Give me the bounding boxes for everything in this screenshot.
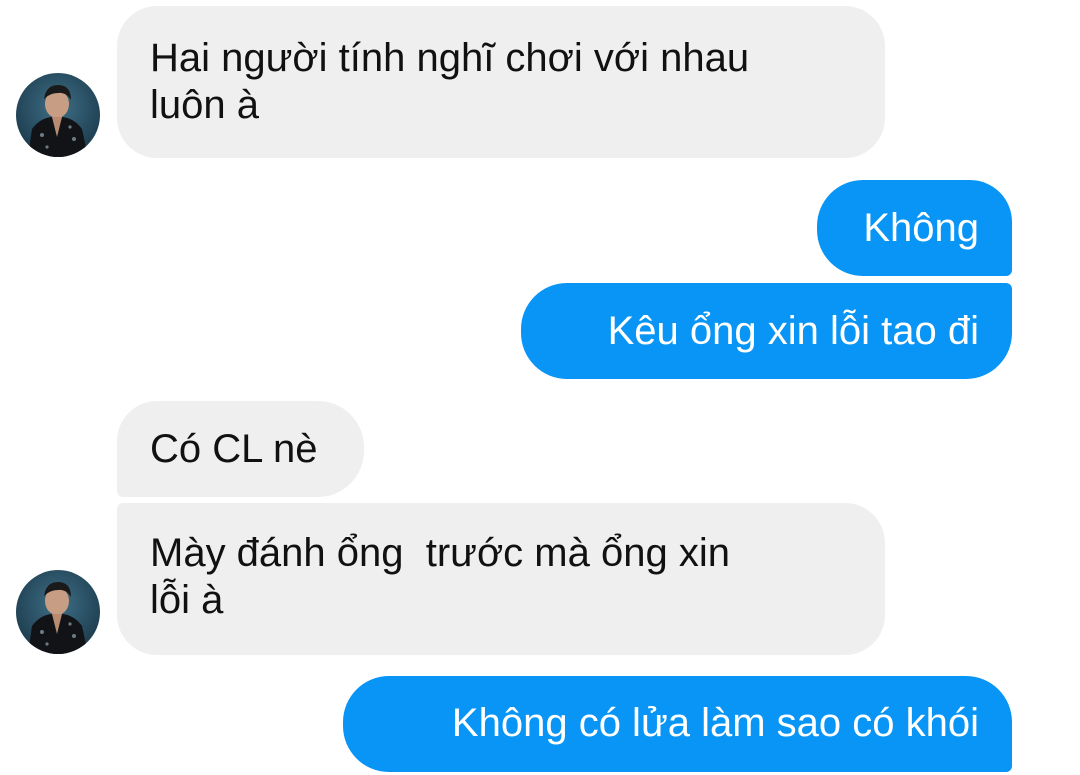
- message-bubble-incoming[interactable]: Hai người tính nghĩ chơi với nhau luôn à: [117, 6, 885, 158]
- message-bubble-outgoing[interactable]: Không: [817, 180, 1012, 276]
- message-bubble-outgoing[interactable]: Không có lửa làm sao có khói: [343, 676, 1012, 772]
- message-bubble-incoming[interactable]: Mày đánh ổng trước mà ổng xin lỗi à: [117, 503, 885, 655]
- avatar-photo-icon: [16, 570, 100, 654]
- contact-avatar[interactable]: [16, 73, 100, 157]
- contact-avatar[interactable]: [16, 570, 100, 654]
- message-bubble-incoming[interactable]: Có CL nè: [117, 401, 364, 497]
- chat-thread: Hai người tính nghĩ chơi với nhau luôn à…: [0, 0, 1080, 775]
- message-bubble-outgoing[interactable]: Kêu ổng xin lỗi tao đi: [521, 283, 1012, 379]
- avatar-photo-icon: [16, 73, 100, 157]
